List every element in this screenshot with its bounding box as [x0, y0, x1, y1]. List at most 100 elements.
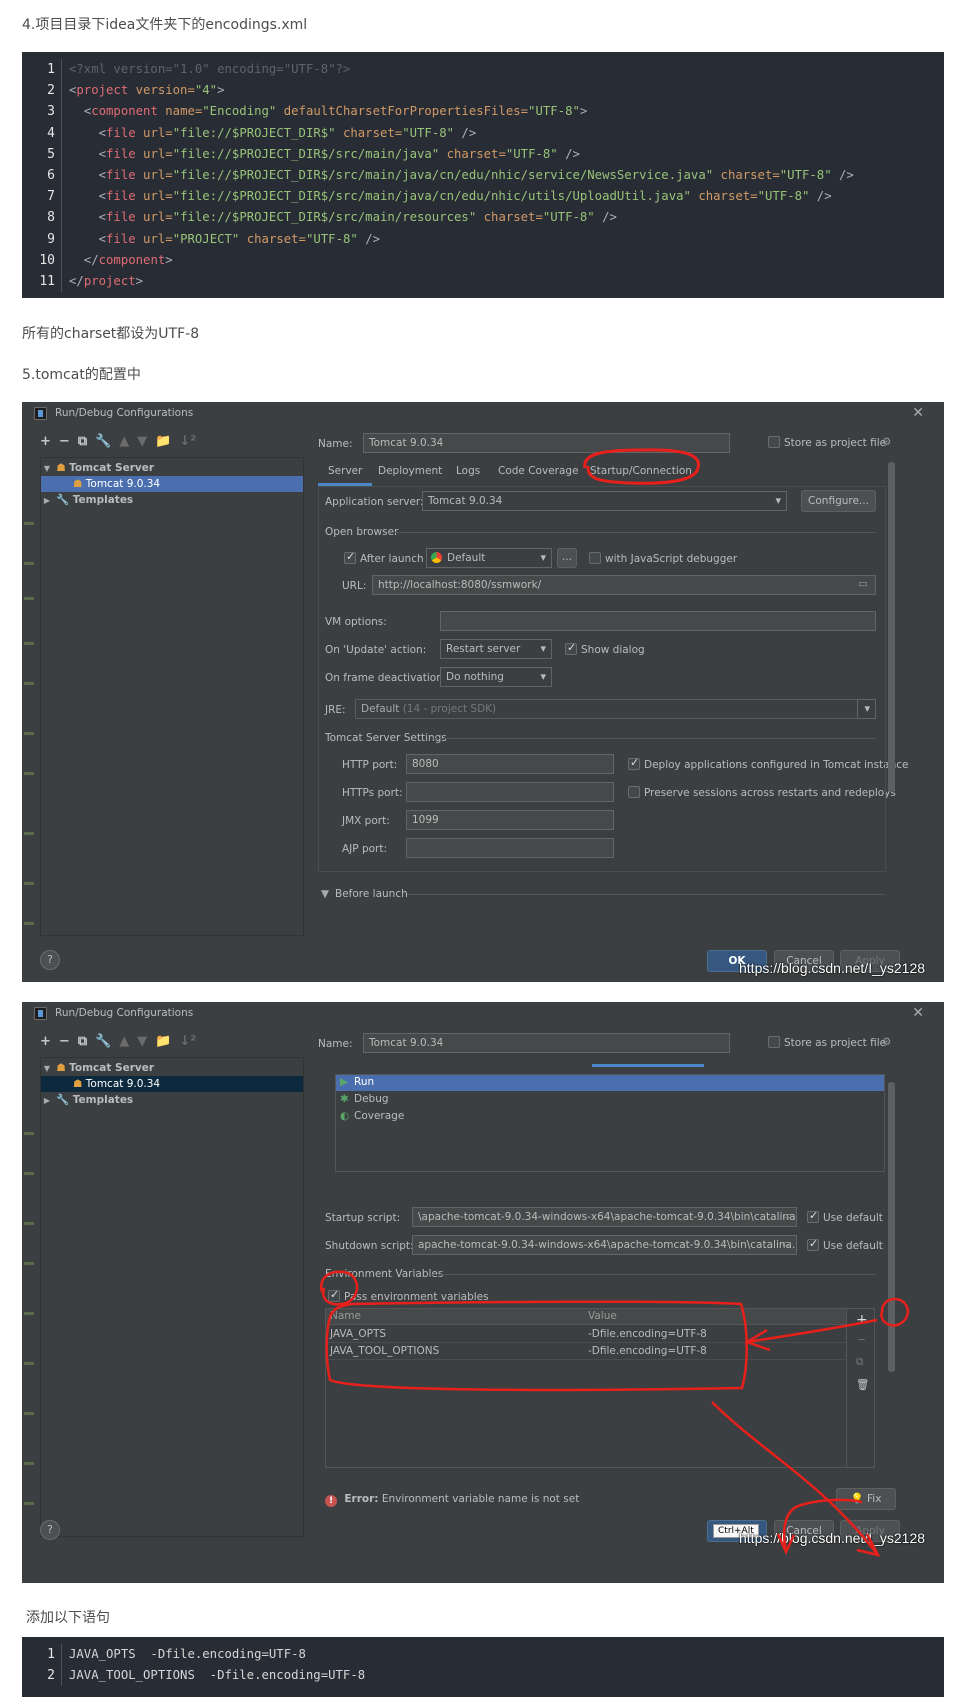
remove-icon[interactable]: −	[857, 1334, 866, 1346]
tomcat-icon: ☗	[73, 1078, 83, 1090]
chevron-down-icon[interactable]: ▼	[41, 1061, 53, 1077]
copy-icon[interactable]: ⧉	[856, 1356, 864, 1369]
folder-icon[interactable]: 📁	[155, 1034, 171, 1049]
startup-default-checkbox[interactable]	[807, 1209, 819, 1223]
code-text: JAVA_TOOL_OPTIONS -Dfile.encoding=UTF-8	[69, 1668, 366, 1683]
fix-button[interactable]: 💡 Fix	[836, 1488, 896, 1510]
help-button[interactable]: ?	[40, 1520, 60, 1540]
code-line: 9 <file url="PROJECT" charset="UTF-8" />	[22, 228, 944, 250]
tree-item-tomcat-9[interactable]: ☗ Tomcat 9.0.34	[41, 476, 303, 492]
folder-icon[interactable]: ▭	[782, 1238, 792, 1250]
tab-deployment[interactable]: Deployment	[378, 465, 442, 477]
sort-icon[interactable]: ↓²	[179, 434, 196, 449]
wrench-icon[interactable]: 🔧	[95, 434, 111, 449]
shutdown-script-input[interactable]: apache-tomcat-9.0.34-windows-x64\apache-…	[412, 1235, 797, 1255]
tree-item-tomcat-9[interactable]: ☗ Tomcat 9.0.34	[41, 1076, 303, 1092]
line-number: 9	[22, 228, 62, 250]
debug-icon: ✱	[340, 1093, 349, 1105]
add-icon[interactable]: +	[856, 1312, 868, 1328]
code-line: 3 <component name="Encoding" defaultChar…	[22, 101, 944, 123]
name-label: Name:	[318, 1038, 353, 1050]
tree-group-templates[interactable]: ▶ 🔧 Templates	[41, 1092, 303, 1108]
line-number: 3	[22, 101, 62, 123]
chevron-down-icon[interactable]: ▼	[321, 888, 329, 900]
charset-note: 所有的charset都设为UTF-8	[22, 326, 200, 342]
chevron-down-icon[interactable]: ▼	[41, 461, 53, 477]
chevron-right-icon[interactable]: ▶	[41, 493, 53, 509]
tab-code-coverage[interactable]: Code Coverage	[498, 465, 579, 477]
intellij-app-icon	[34, 1007, 47, 1020]
wrench-icon[interactable]: 🔧	[95, 1034, 111, 1049]
move-down-icon[interactable]: ▼	[137, 1034, 147, 1049]
tab-server[interactable]: Server	[317, 465, 374, 486]
code-text: <?xml version="1.0" encoding="UTF-8"?>	[69, 62, 351, 76]
code-text: </component>	[69, 252, 173, 267]
tab-startup-connection[interactable]: Startup/Connection	[590, 465, 692, 477]
pass-env-checkbox[interactable]	[328, 1288, 340, 1302]
line-number: 1	[22, 59, 62, 81]
tab-logs[interactable]: Logs	[456, 465, 480, 477]
copy-icon[interactable]: ⧉	[78, 434, 87, 449]
env-var-name: JAVA_TOOL_OPTIONS	[330, 1345, 440, 1357]
add-icon[interactable]: +	[40, 434, 51, 449]
name-input[interactable]: Tomcat 9.0.34	[363, 433, 730, 453]
name-input[interactable]: Tomcat 9.0.34	[363, 1033, 730, 1053]
line-number: 5	[22, 143, 62, 165]
mode-list: ▶ Run ✱ Debug ◐ Coverage	[335, 1074, 885, 1172]
background-editor-strip	[22, 502, 40, 952]
tomcat-icon: ☗	[73, 478, 83, 490]
code-line: 10 </component>	[22, 249, 944, 271]
startup-script-input[interactable]: \apache-tomcat-9.0.34-windows-x64\apache…	[412, 1207, 797, 1227]
add-icon[interactable]: +	[40, 1034, 51, 1049]
vertical-scrollbar[interactable]	[888, 462, 895, 792]
move-up-icon[interactable]: ▲	[119, 434, 129, 449]
sort-icon[interactable]: ↓²	[179, 1034, 196, 1049]
code-line: 6 <file url="file://$PROJECT_DIR$/src/ma…	[22, 164, 944, 187]
store-project-checkbox[interactable]	[768, 436, 780, 448]
remove-icon[interactable]: −	[59, 1034, 70, 1049]
env-vars-heading: Environment Variables	[325, 1268, 444, 1280]
line-number: 6	[22, 164, 62, 187]
code-line: 2 <project version="4">	[22, 80, 944, 102]
remove-icon[interactable]: −	[59, 434, 70, 449]
move-up-icon[interactable]: ▲	[119, 1034, 129, 1049]
line-number: 2	[22, 1665, 62, 1687]
folder-icon[interactable]: ▭	[782, 1210, 792, 1222]
copy-icon[interactable]: ⧉	[78, 1034, 87, 1049]
chevron-right-icon[interactable]: ▶	[41, 1093, 53, 1109]
mode-item-coverage[interactable]: ◐ Coverage	[336, 1109, 884, 1125]
gear-icon[interactable]: ⚙	[882, 436, 891, 448]
close-icon[interactable]: ✕	[912, 1005, 924, 1021]
run-icon: ▶	[340, 1076, 349, 1088]
before-launch-label[interactable]: Before launch	[335, 888, 408, 900]
column-header-value[interactable]: Value	[588, 1310, 617, 1322]
close-icon[interactable]: ✕	[912, 405, 924, 421]
line-number: 7	[22, 186, 62, 208]
env-table-row[interactable]: JAVA_OPTS -Dfile.encoding=UTF-8	[326, 1326, 846, 1343]
env-var-name: JAVA_OPTS	[330, 1328, 387, 1340]
watermark: https://blog.csdn.net/I_ys2128	[739, 960, 926, 976]
move-down-icon[interactable]: ▼	[137, 434, 147, 449]
tree-group-tomcat-server[interactable]: ▼ ☗ Tomcat Server	[41, 460, 303, 476]
store-project-checkbox[interactable]	[768, 1036, 780, 1048]
vertical-scrollbar[interactable]	[888, 1082, 895, 1372]
code-line: 8 <file url="file://$PROJECT_DIR$/src/ma…	[22, 207, 944, 229]
code-line: 1 <?xml version="1.0" encoding="UTF-8"?>	[22, 59, 944, 81]
help-button[interactable]: ?	[40, 950, 60, 970]
section-heading-4: 4.项目目录下idea文件夹下的encodings.xml	[22, 17, 308, 33]
mode-item-run[interactable]: ▶ Run	[336, 1075, 884, 1091]
name-label: Name:	[318, 438, 353, 450]
tree-group-templates[interactable]: ▶ 🔧 Templates	[41, 492, 303, 508]
env-vars-code-block: 1 JAVA_OPTS -Dfile.encoding=UTF-8 2 JAVA_TO…	[22, 1637, 944, 1697]
line-number: 1	[22, 1644, 62, 1666]
gear-icon[interactable]: ⚙	[882, 1036, 891, 1048]
error-icon: !	[325, 1495, 337, 1507]
shutdown-default-checkbox[interactable]	[807, 1237, 819, 1251]
column-header-name[interactable]: Name	[330, 1310, 361, 1322]
mode-item-debug[interactable]: ✱ Debug	[336, 1092, 884, 1108]
env-table-row[interactable]: JAVA_TOOL_OPTIONS -Dfile.encoding=UTF-8	[326, 1343, 846, 1360]
trash-icon[interactable]: 🗑	[856, 1378, 869, 1391]
tree-group-tomcat-server[interactable]: ▼ ☗ Tomcat Server	[41, 1060, 303, 1076]
error-message: ! Error: Environment variable name is no…	[325, 1493, 579, 1507]
folder-icon[interactable]: 📁	[155, 434, 171, 449]
